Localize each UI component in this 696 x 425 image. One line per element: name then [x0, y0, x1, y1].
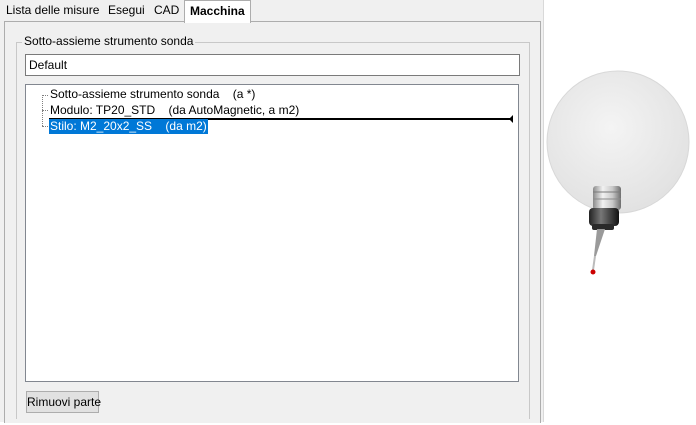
stylus-tip — [590, 269, 596, 275]
tree-item-module[interactable]: Modulo: TP20_STD (da AutoMagnetic, a m2) — [50, 103, 299, 118]
tab-machine[interactable]: Macchina — [184, 0, 251, 23]
tab-execute[interactable]: Esegui — [103, 0, 150, 21]
probe-module — [589, 208, 619, 226]
probe-component-tree[interactable]: Sotto-assieme strumento sonda (a *) Modu… — [25, 84, 519, 382]
tab-measurement-list[interactable]: Lista delle misure — [1, 0, 104, 21]
tab-cad[interactable]: CAD — [149, 0, 184, 21]
probe-builder-panel: Lista delle misure Esegui CAD Macchina S… — [0, 0, 544, 423]
tree-connector — [42, 126, 48, 127]
drop-insert-indicator-cap — [509, 115, 513, 123]
probe-body — [593, 186, 621, 210]
tree-connector — [42, 110, 48, 111]
remove-part-button[interactable]: Rimuovi parte — [26, 391, 101, 413]
group-title: Sotto-assieme strumento sonda — [22, 34, 196, 48]
probe-render — [546, 70, 690, 275]
tree-connector — [42, 95, 48, 96]
subassembly-name-field[interactable]: Default — [25, 54, 520, 76]
stylus-shaft — [594, 229, 605, 256]
probe-3d-preview[interactable] — [544, 0, 696, 422]
tree-item-stylus[interactable]: Stilo: M2_20x2_SS (da m2) — [49, 119, 208, 134]
tree-item-subassembly[interactable]: Sotto-assieme strumento sonda (a *) — [50, 87, 255, 102]
